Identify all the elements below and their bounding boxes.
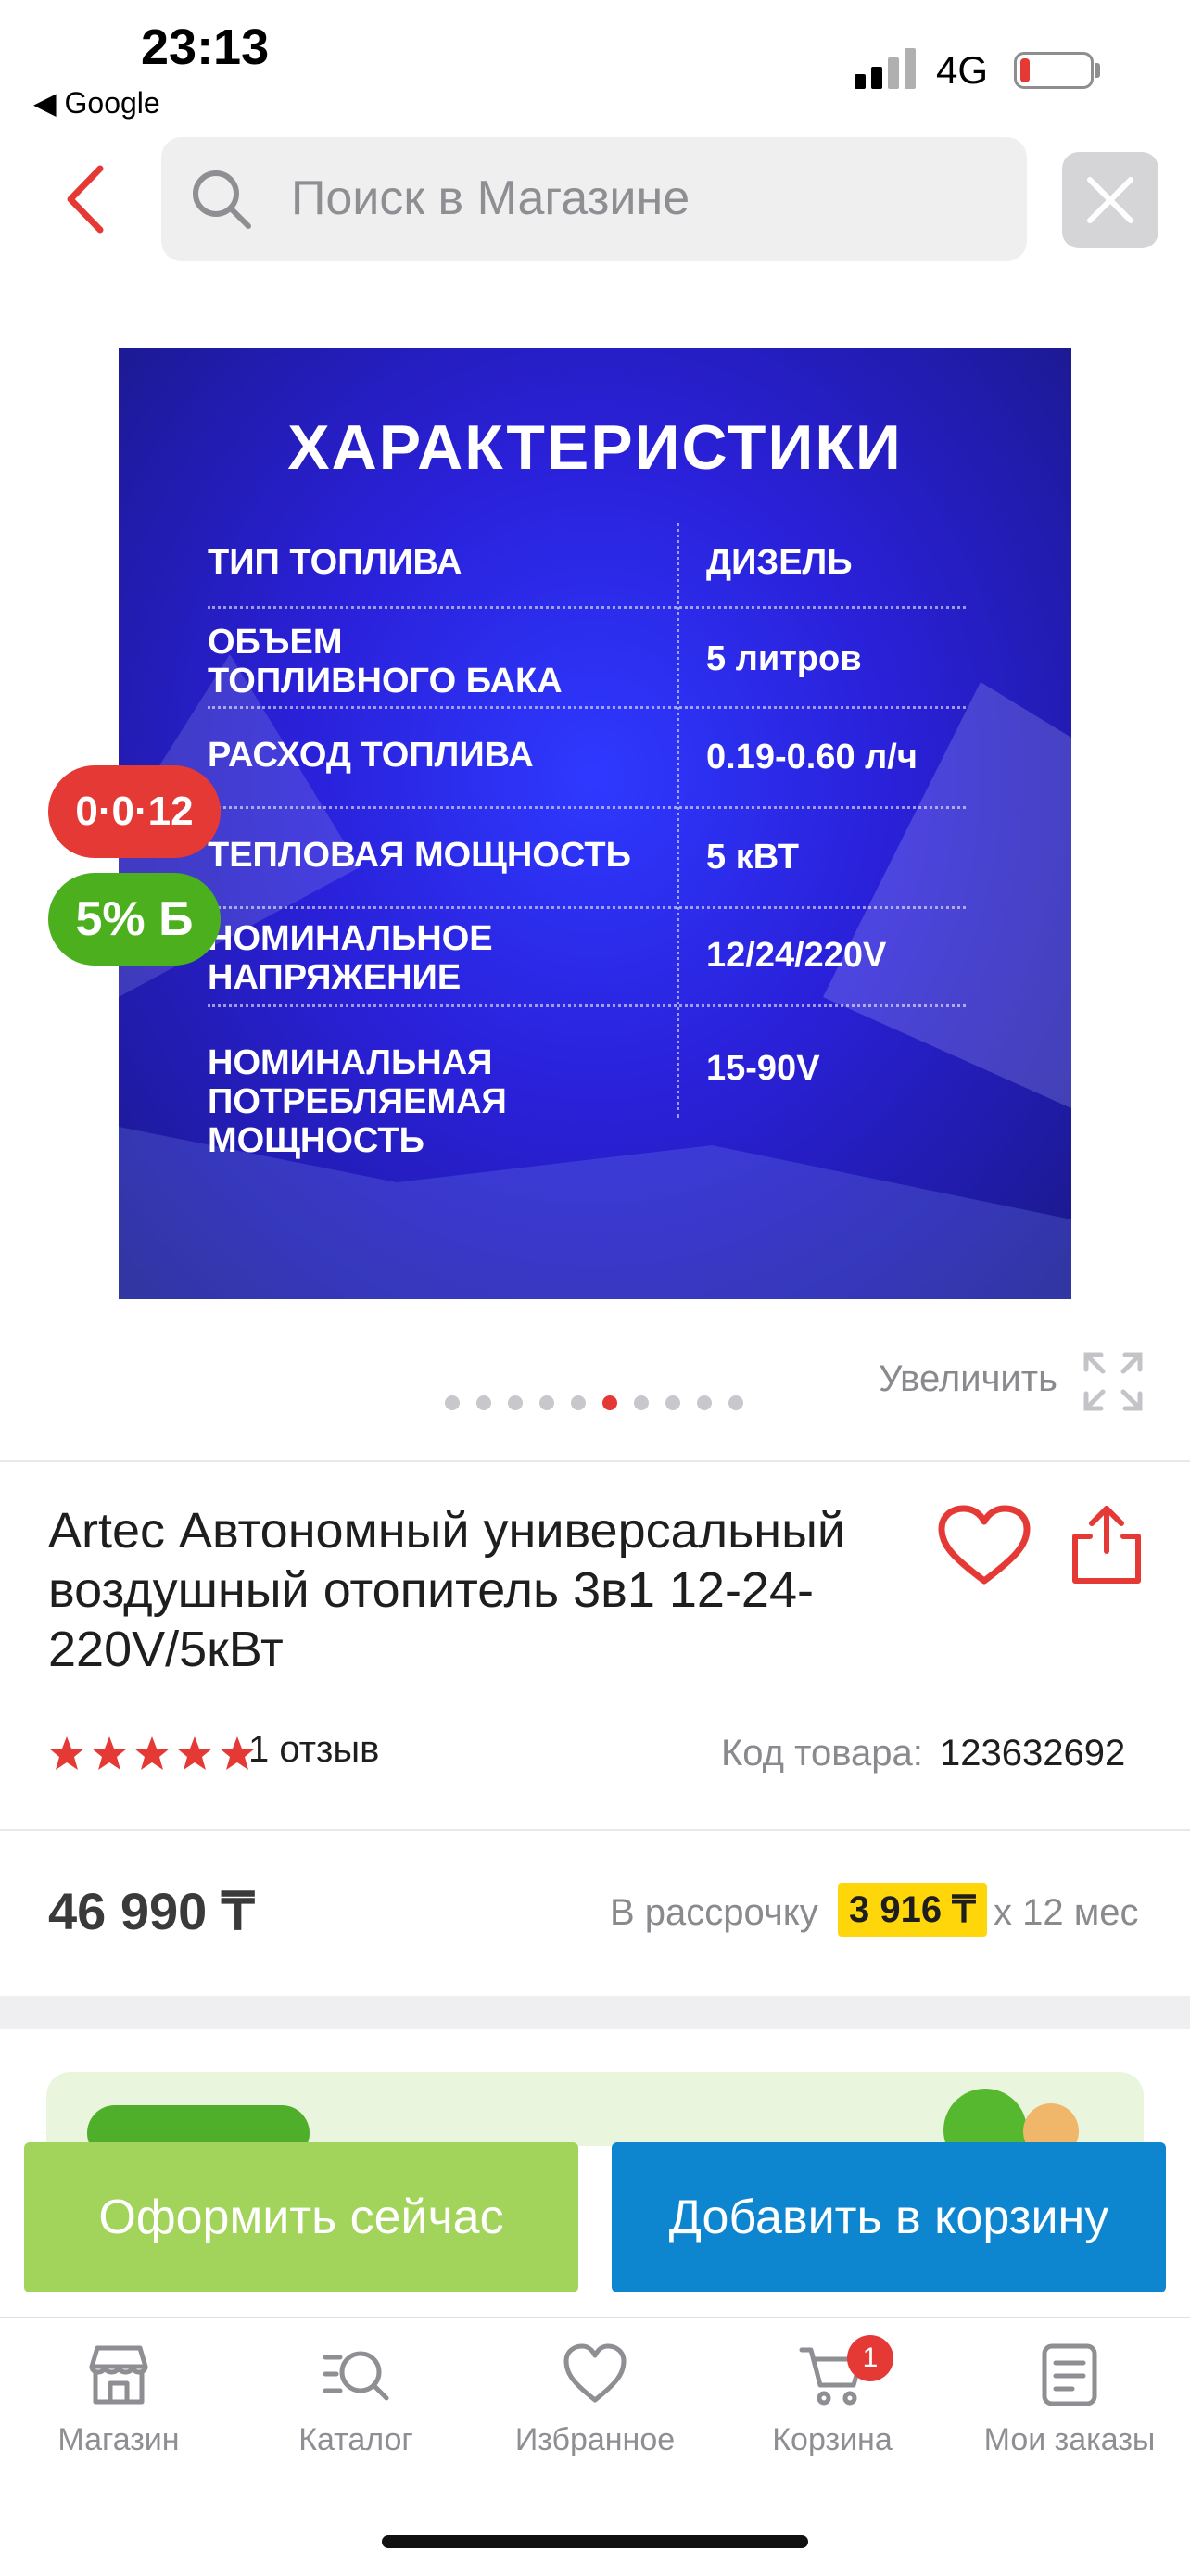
spec-divider [208, 906, 966, 909]
share-icon[interactable] [1066, 1501, 1147, 1586]
cart-count-badge: 1 [847, 2335, 893, 2381]
section-separator [0, 1996, 1190, 2029]
installment-label: В рассрочку [610, 1892, 818, 1933]
spec-divider [208, 606, 966, 609]
spec-name: НОМИНАЛЬНОЕ НАПРЯЖЕНИЕ [208, 919, 493, 997]
spec-name: НОМИНАЛЬНАЯ ПОТРЕБЛЯЕМАЯ МОЩНОСТЬ [208, 1043, 507, 1160]
spec-name: РАСХОД ТОПЛИВА [208, 736, 534, 775]
product-code: 123632692 [940, 1733, 1126, 1774]
tab-store[interactable]: Магазин [17, 2341, 221, 2458]
spec-value: 5 кВТ [706, 838, 799, 877]
spec-divider [208, 806, 966, 809]
reviews-link[interactable]: 1 отзыв [248, 1729, 379, 1771]
expand-icon[interactable] [1082, 1351, 1144, 1412]
tab-orders[interactable]: Мои заказы [968, 2341, 1171, 2458]
catalog-search-icon [323, 2351, 389, 2401]
store-icon [89, 2345, 148, 2405]
product-image[interactable]: ХАРАКТЕРИСТИКИ ТИП ТОПЛИВА ДИЗЕЛЬ ОБЪЕМ … [119, 348, 1071, 1299]
installment-badge: 0·0·12 [48, 765, 221, 858]
spec-name: ОБЪЕМ ТОПЛИВНОГО БАКА [208, 623, 563, 701]
bonus-badge: 5% Б [48, 873, 221, 966]
spec-name: ТЕПЛОВАЯ МОЩНОСТЬ [208, 836, 631, 875]
tab-cart[interactable]: 1 Корзина [730, 2335, 934, 2458]
spec-divider-vertical [677, 523, 679, 1118]
search-bar[interactable]: Поиск в Магазине [161, 137, 1027, 261]
gallery-dot[interactable] [634, 1395, 649, 1410]
tab-catalog[interactable]: Каталог [254, 2341, 458, 2458]
spec-divider [208, 706, 966, 709]
gallery-dot[interactable] [539, 1395, 554, 1410]
tab-label: Магазин [57, 2422, 180, 2457]
spec-value: 0.19-0.60 л/ч [706, 738, 918, 777]
gallery-pagination[interactable] [445, 1395, 743, 1414]
tab-label: Каталог [298, 2422, 413, 2457]
gallery-dot[interactable] [728, 1395, 743, 1410]
star-icon [134, 1736, 170, 1770]
tab-favorites[interactable]: Избранное [493, 2341, 697, 2458]
battery-icon [1014, 52, 1094, 89]
close-icon [1087, 177, 1133, 223]
star-icon [49, 1736, 84, 1770]
gallery-dot[interactable] [476, 1395, 491, 1410]
rating-stars [48, 1735, 256, 1772]
spec-value: 15-90V [706, 1049, 820, 1088]
spec-value: 12/24/220V [706, 936, 887, 975]
search-input[interactable]: Поиск в Магазине [291, 170, 690, 226]
star-icon [92, 1736, 127, 1770]
heart-icon [563, 2343, 627, 2403]
home-indicator [382, 2535, 808, 2548]
spec-value: 5 литров [706, 639, 862, 678]
installment-term: x 12 мес [994, 1892, 1139, 1933]
tab-label: Корзина [772, 2422, 892, 2457]
price: 46 990 ₸ [48, 1882, 255, 1940]
gallery-dot[interactable] [571, 1395, 586, 1410]
close-button[interactable] [1062, 152, 1158, 248]
buy-now-button[interactable]: Оформить сейчас [24, 2142, 578, 2292]
tab-label: Мои заказы [983, 2422, 1156, 2457]
back-arrow-icon[interactable] [56, 158, 120, 241]
network-type: 4G [936, 48, 989, 92]
zoom-label[interactable]: Увеличить [879, 1358, 1057, 1400]
product-title: Artec Автономный универсальный воздушный… [48, 1503, 846, 1677]
tab-label: Избранное [514, 2422, 676, 2457]
status-time: 23:13 [141, 19, 270, 75]
image-title: ХАРАКТЕРИСТИКИ [287, 412, 903, 483]
installment-value[interactable]: 3 916 ₸ [838, 1883, 987, 1937]
divider [0, 1829, 1190, 1831]
orders-icon [1042, 2343, 1097, 2406]
spec-divider [208, 1004, 966, 1007]
favorite-heart-icon[interactable] [936, 1503, 1032, 1588]
gallery-dot[interactable] [665, 1395, 680, 1410]
gallery-dot[interactable] [445, 1395, 460, 1410]
add-to-cart-button[interactable]: Добавить в корзину [612, 2142, 1166, 2292]
signal-icon [855, 48, 916, 89]
star-icon [177, 1736, 212, 1770]
gallery-dot[interactable] [602, 1395, 617, 1410]
divider [0, 1460, 1190, 1462]
search-icon [193, 170, 251, 229]
battery-cap [1095, 63, 1100, 78]
spec-name: ТИП ТОПЛИВА [208, 543, 462, 582]
gallery-dot[interactable] [697, 1395, 712, 1410]
back-to-google-link[interactable]: ◀ Google [33, 85, 160, 120]
product-code-label: Код товара: [721, 1733, 923, 1774]
promo-banner[interactable] [46, 2072, 1144, 2172]
gallery-dot[interactable] [508, 1395, 523, 1410]
spec-value: ДИЗЕЛЬ [706, 543, 853, 582]
